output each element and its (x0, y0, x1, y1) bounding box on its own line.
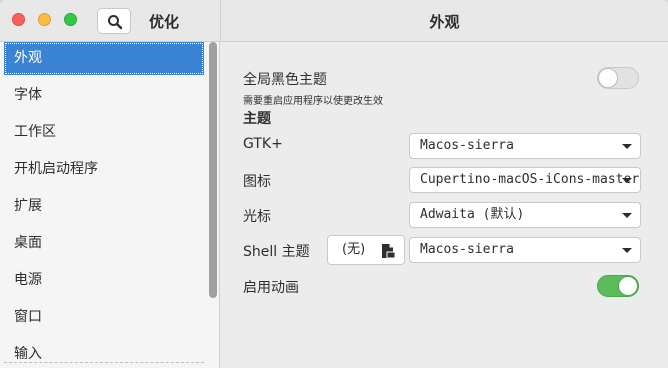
cursor-theme-value: Adwaita (默认) (420, 207, 525, 222)
switch-knob (598, 68, 618, 88)
switch-knob (618, 276, 638, 296)
shell-theme-select[interactable]: Macos-sierra (409, 237, 641, 263)
app-title: 优化 (149, 13, 180, 31)
maximize-window-button[interactable] (64, 13, 77, 26)
main-panel: 全局黑色主题 需要重启应用程序以使更改生效 主题 GTK+ Macos-sier… (221, 42, 668, 368)
icon-theme-value: Cupertino-macOS-iCons-master (420, 172, 640, 187)
dark-theme-switch[interactable] (597, 67, 639, 89)
minimize-window-button[interactable] (38, 13, 51, 26)
sidebar-item-appearance[interactable]: 外观 (4, 42, 204, 75)
titlebar-left: 优化 (0, 0, 221, 41)
sidebar-item-fonts[interactable]: 字体 (4, 79, 204, 112)
icons-label: 图标 (243, 174, 271, 190)
animations-label: 启用动画 (243, 280, 299, 296)
chevron-down-icon (622, 248, 632, 253)
shell-theme-file-button[interactable]: (无) (327, 235, 405, 265)
close-window-button[interactable] (12, 13, 25, 26)
chevron-down-icon (622, 213, 632, 218)
cursor-label: 光标 (243, 209, 271, 225)
document-icon (382, 244, 396, 259)
sidebar-item-workspaces[interactable]: 工作区 (4, 116, 204, 149)
cursor-theme-select[interactable]: Adwaita (默认) (409, 202, 641, 228)
sidebar-scrollbar[interactable] (209, 42, 217, 298)
window: 优化 外观 外观 字体 工作区 开机启动程序 扩展 桌面 电源 窗口 输入 全局… (0, 0, 668, 368)
search-icon (108, 15, 123, 30)
shell-theme-value: Macos-sierra (420, 242, 514, 257)
gtk-theme-select[interactable]: Macos-sierra (409, 133, 641, 159)
icon-theme-select[interactable]: Cupertino-macOS-iCons-master (409, 167, 641, 193)
sidebar: 外观 字体 工作区 开机启动程序 扩展 桌面 电源 窗口 输入 (0, 42, 220, 368)
sidebar-item-windows[interactable]: 窗口 (4, 301, 204, 334)
sidebar-item-power[interactable]: 电源 (4, 264, 204, 297)
chevron-down-icon (622, 144, 632, 149)
titlebar: 优化 外观 (0, 0, 668, 42)
themes-heading: 主题 (243, 111, 271, 127)
restart-note: 需要重启应用程序以使更改生效 (243, 96, 383, 107)
sidebar-item-desktop[interactable]: 桌面 (4, 227, 204, 260)
shell-theme-label: Shell 主题 (243, 244, 310, 260)
sidebar-divider (4, 362, 204, 363)
sidebar-item-startup-apps[interactable]: 开机启动程序 (4, 153, 204, 186)
search-button[interactable] (97, 8, 131, 34)
sidebar-item-extensions[interactable]: 扩展 (4, 190, 204, 223)
animations-switch[interactable] (597, 275, 639, 297)
gtk-label: GTK+ (243, 136, 283, 152)
dark-theme-label: 全局黑色主题 (243, 72, 327, 88)
shell-theme-file-label: (无) (342, 242, 366, 257)
gtk-theme-value: Macos-sierra (420, 138, 514, 153)
sidebar-item-input[interactable]: 输入 (4, 338, 204, 368)
page-title: 外观 (429, 13, 460, 31)
chevron-down-icon (622, 178, 632, 183)
